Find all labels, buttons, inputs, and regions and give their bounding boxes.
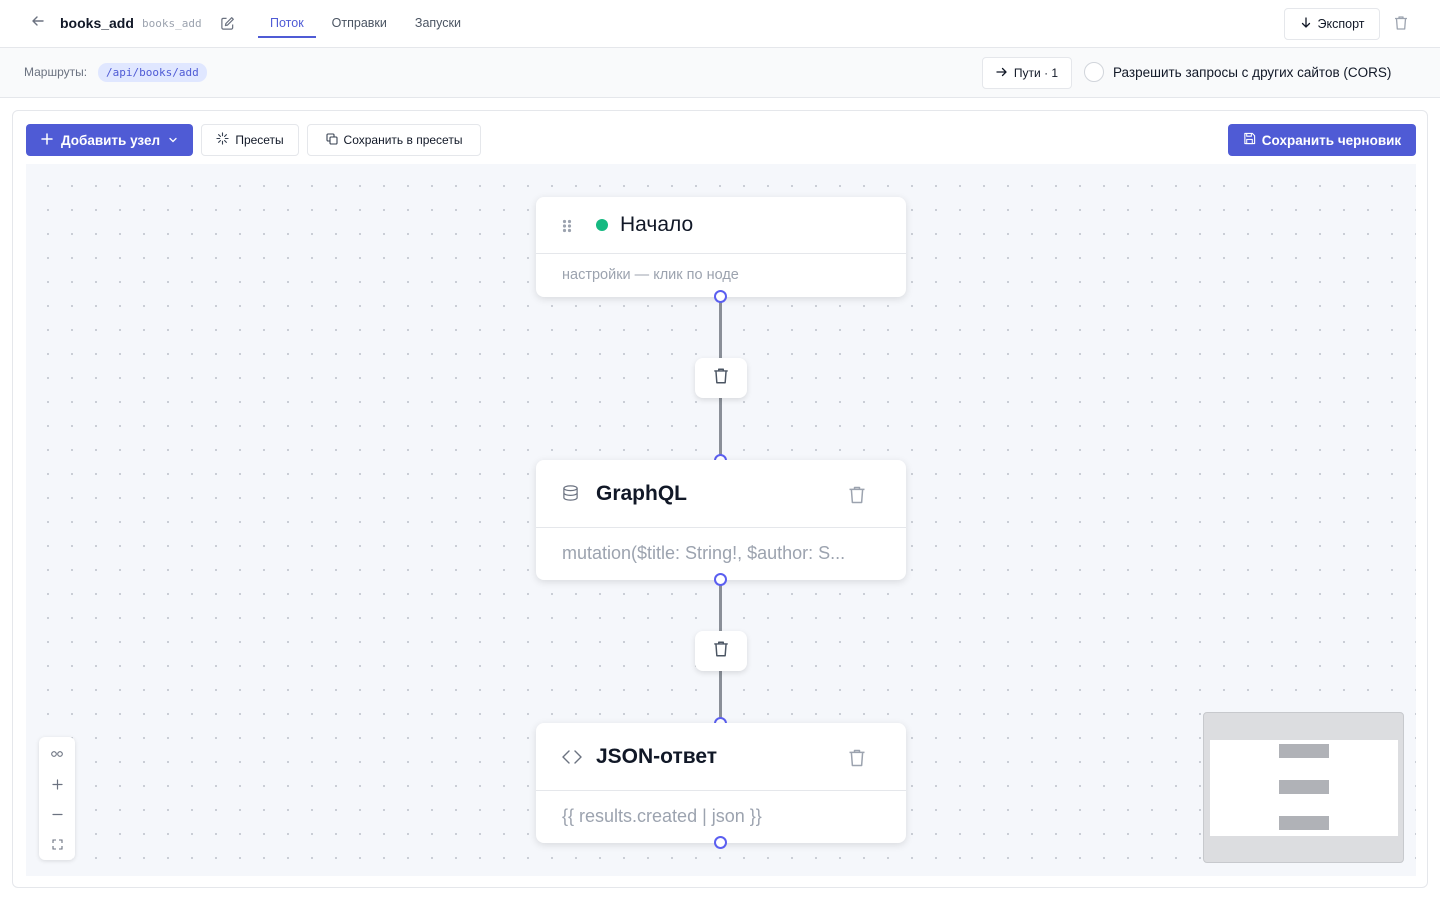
node-header: Начало	[536, 197, 906, 254]
fullscreen-icon[interactable]	[39, 829, 75, 859]
minimap-viewport	[1210, 740, 1398, 836]
arrow-down-icon	[1300, 16, 1312, 32]
flow-name: books_add	[60, 15, 134, 31]
route-chip[interactable]: /api/books/add	[98, 63, 207, 82]
edge-delete-button[interactable]	[695, 631, 747, 671]
minimap[interactable]	[1203, 712, 1404, 863]
back-arrow-icon[interactable]	[28, 14, 48, 34]
node-title: JSON-ответ	[596, 745, 718, 768]
zoom-out-icon[interactable]	[39, 799, 75, 829]
node-header: GraphQL	[536, 460, 906, 528]
node-json-response[interactable]: JSON-ответ {{ results.created | json }}	[536, 723, 906, 843]
node-graphql[interactable]: GraphQL mutation($title: String!, $autho…	[536, 460, 906, 580]
cors-label[interactable]: Разрешить запросы с других сайтов (CORS)	[1113, 65, 1391, 80]
save-to-presets-button[interactable]: Сохранить в пресеты	[307, 124, 481, 156]
add-node-label: Добавить узел	[60, 132, 161, 148]
presets-label: Пресеты	[235, 133, 284, 147]
save-draft-label: Сохранить черновик	[1261, 132, 1402, 148]
minimap-node	[1279, 744, 1329, 758]
zoom-in-icon[interactable]	[39, 769, 75, 799]
flow-slug: books_add	[142, 17, 202, 30]
node-output-handle[interactable]	[714, 290, 727, 303]
node-template-preview: {{ results.created | json }}	[562, 806, 762, 826]
fit-view-icon[interactable]	[39, 739, 75, 769]
flow-canvas[interactable]: Начало настройки — клик по ноде GraphQL …	[26, 164, 1416, 876]
flow-editor-card: Добавить узел Пресеты Сохранить в пресет…	[12, 110, 1428, 888]
routes-bar: Маршруты: /api/books/add Пути · 1 Разреш…	[0, 48, 1440, 98]
top-bar: books_add books_add Поток Отправки Запус…	[0, 0, 1440, 48]
export-label: Экспорт	[1317, 17, 1365, 31]
save-presets-label: Сохранить в пресеты	[343, 133, 463, 147]
export-button[interactable]: Экспорт	[1284, 8, 1380, 40]
node-description: настройки — клик по ноде	[562, 267, 739, 283]
minimap-node	[1279, 816, 1329, 830]
paths-button[interactable]: Пути · 1	[982, 57, 1072, 89]
pencil-square-icon[interactable]	[220, 16, 236, 32]
database-icon	[562, 484, 579, 507]
floppy-disk-icon	[1243, 132, 1256, 148]
paths-label: Пути · 1	[1013, 66, 1059, 80]
trash-icon	[713, 367, 729, 390]
delete-flow-trash-icon[interactable]	[1394, 15, 1410, 33]
grip-icon[interactable]	[562, 219, 572, 238]
node-output-handle[interactable]	[714, 573, 727, 586]
save-draft-button[interactable]: Сохранить черновик	[1228, 124, 1416, 156]
chevron-down-icon	[168, 133, 178, 148]
view-tabs: Поток Отправки Запуски	[258, 0, 477, 48]
routes-label: Маршруты:	[24, 65, 88, 79]
minimap-node	[1279, 780, 1329, 794]
node-title: Начало	[620, 213, 694, 236]
trash-icon[interactable]	[848, 748, 866, 773]
tab-runs[interactable]: Запуски	[403, 0, 473, 38]
copy-icon	[325, 132, 338, 148]
node-query-preview: mutation($title: String!, $author: S...	[562, 543, 846, 563]
tab-submissions[interactable]: Отправки	[320, 0, 399, 38]
trash-icon[interactable]	[848, 485, 866, 510]
node-output-handle[interactable]	[714, 836, 727, 849]
status-dot	[596, 219, 608, 231]
edge-delete-button[interactable]	[695, 358, 747, 398]
zoom-controls	[39, 737, 75, 860]
sparkle-icon	[216, 132, 229, 148]
trash-icon	[713, 640, 729, 663]
node-start[interactable]: Начало настройки — клик по ноде	[536, 197, 906, 297]
plus-icon	[41, 132, 53, 148]
code-icon	[562, 749, 582, 770]
node-title: GraphQL	[596, 482, 688, 505]
add-node-button[interactable]: Добавить узел	[26, 124, 193, 156]
presets-button[interactable]: Пресеты	[201, 124, 299, 156]
node-header: JSON-ответ	[536, 723, 906, 791]
cors-checkbox[interactable]	[1084, 62, 1104, 82]
arrow-right-icon	[996, 66, 1008, 81]
tab-flow[interactable]: Поток	[258, 0, 316, 38]
